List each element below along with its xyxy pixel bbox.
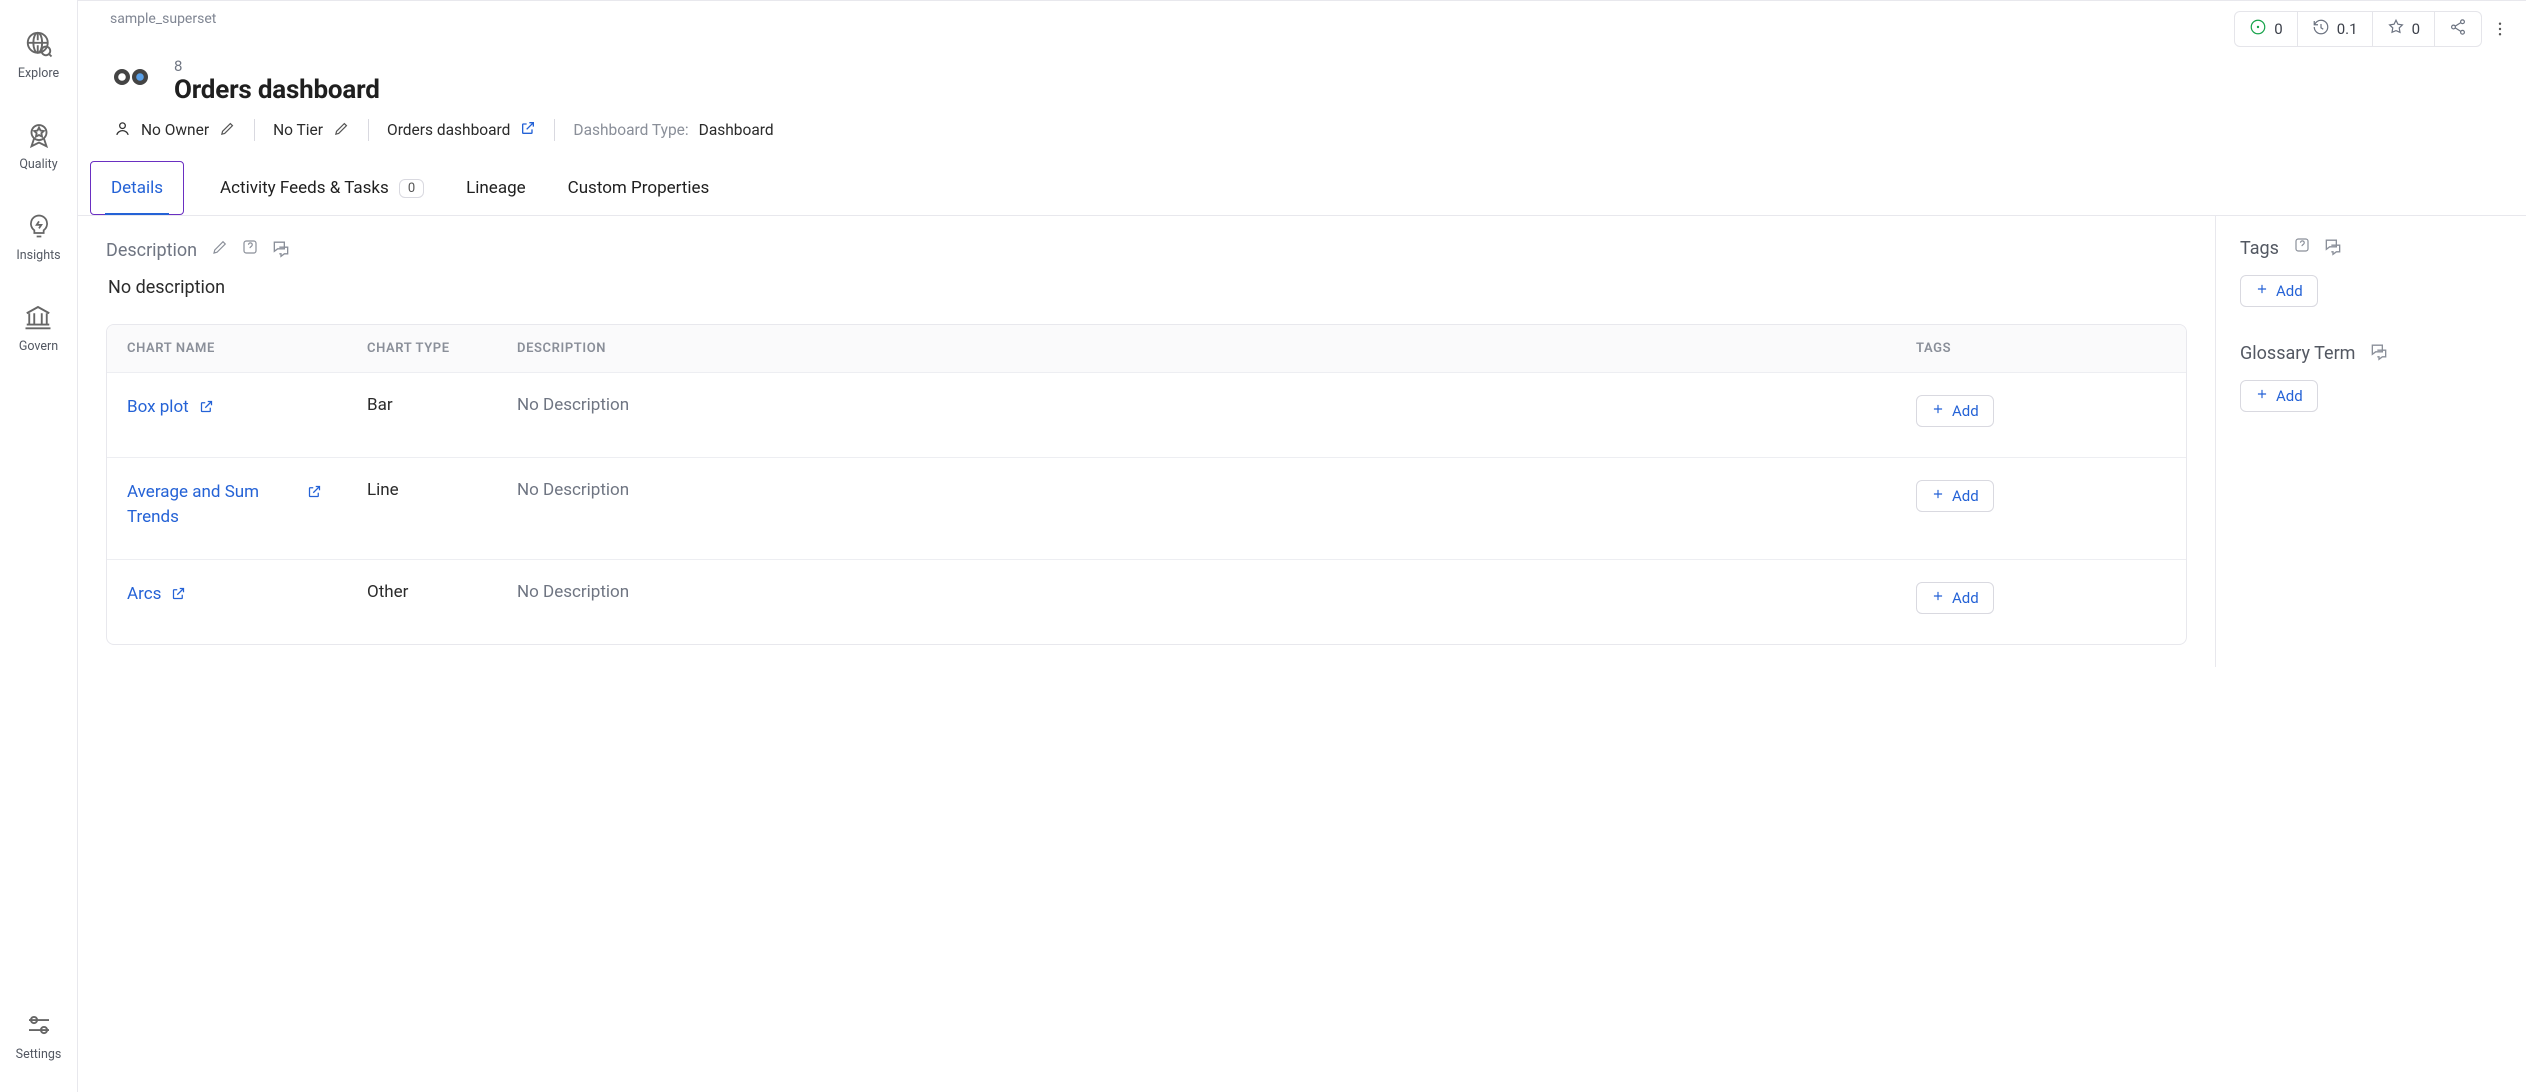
govern-icon — [22, 301, 54, 333]
kebab-menu[interactable] — [2488, 20, 2512, 38]
sidebar-item-label: Explore — [18, 66, 59, 81]
help-icon[interactable] — [241, 238, 259, 263]
plus-icon — [2255, 387, 2269, 405]
chart-desc-cell: No Description — [517, 480, 1916, 500]
main-content: sample_superset 0 0.1 0 — [78, 0, 2526, 1092]
chart-desc-cell: No Description — [517, 582, 1916, 602]
external-link-icon[interactable] — [199, 399, 214, 419]
add-glossary-button[interactable]: Add — [2240, 380, 2318, 412]
table-header-type: CHART TYPE — [367, 341, 517, 356]
comments-icon[interactable] — [271, 238, 291, 263]
breadcrumb[interactable]: sample_superset — [110, 11, 216, 27]
plus-icon — [1931, 589, 1945, 607]
edit-tier-button[interactable] — [333, 120, 350, 141]
edit-description-button[interactable] — [211, 238, 229, 263]
external-link-icon[interactable] — [171, 586, 186, 606]
table-row: Arcs Other No Description Add — [107, 559, 2186, 644]
metric-status[interactable]: 0 — [2235, 12, 2297, 46]
add-tag-button[interactable]: Add — [1916, 395, 1994, 427]
plus-icon — [2255, 282, 2269, 300]
external-link-icon[interactable] — [307, 484, 322, 504]
page-title: Orders dashboard — [174, 75, 380, 105]
star-icon — [2387, 18, 2405, 40]
chart-link[interactable]: Arcs — [127, 582, 161, 607]
globe-search-icon — [23, 28, 55, 60]
target-icon — [2249, 18, 2267, 40]
table-header-tags: TAGS — [1916, 341, 2166, 356]
ribbon-star-icon — [23, 119, 55, 151]
chart-type-cell: Other — [367, 582, 517, 602]
history-icon — [2312, 18, 2330, 40]
comments-icon[interactable] — [2369, 341, 2389, 366]
entity-id: 8 — [174, 57, 380, 75]
left-sidebar: Explore Quality Insights Govern Setting — [0, 0, 78, 1092]
section-title-description: Description — [106, 240, 197, 261]
sidebar-item-quality[interactable]: Quality — [19, 119, 57, 172]
chart-table: CHART NAME CHART TYPE DESCRIPTION TAGS B… — [106, 324, 2187, 645]
owner-label: No Owner — [141, 121, 209, 139]
table-header-desc: DESCRIPTION — [517, 341, 1916, 356]
tab-lineage[interactable]: Lineage — [460, 162, 532, 214]
help-icon[interactable] — [2293, 236, 2311, 261]
sidebar-item-settings[interactable]: Settings — [16, 1009, 62, 1062]
infinity-logo — [110, 64, 156, 98]
table-header-name: CHART NAME — [127, 341, 367, 356]
tab-activity[interactable]: Activity Feeds & Tasks 0 — [214, 162, 430, 214]
bulb-icon — [23, 210, 55, 242]
add-tag-button[interactable]: Add — [1916, 480, 1994, 512]
comments-icon[interactable] — [2323, 236, 2343, 261]
tabs: Details Activity Feeds & Tasks 0 Lineage… — [78, 161, 2526, 216]
share-icon — [2449, 18, 2467, 40]
no-description-text: No description — [108, 277, 2185, 298]
tier-label: No Tier — [273, 121, 323, 139]
sidebar-item-insights[interactable]: Insights — [16, 210, 60, 263]
plus-icon — [1931, 402, 1945, 420]
tab-details[interactable]: Details — [105, 162, 169, 214]
chart-link[interactable]: Average and Sum Trends — [127, 480, 297, 529]
share-button[interactable] — [2435, 12, 2481, 46]
person-icon — [114, 120, 131, 141]
chart-link[interactable]: Box plot — [127, 395, 189, 420]
add-tag-button[interactable]: Add — [2240, 275, 2318, 307]
external-link-icon — [520, 120, 536, 140]
chart-desc-cell: No Description — [517, 395, 1916, 415]
sidebar-item-label: Quality — [19, 157, 57, 172]
section-title-tags: Tags — [2240, 238, 2279, 259]
table-row: Box plot Bar No Description Add — [107, 372, 2186, 457]
sidebar-item-label: Insights — [16, 248, 60, 263]
sliders-icon — [23, 1009, 55, 1041]
add-tag-button[interactable]: Add — [1916, 582, 1994, 614]
activity-count-badge: 0 — [399, 179, 424, 198]
tab-custom-properties[interactable]: Custom Properties — [562, 162, 716, 214]
edit-owner-button[interactable] — [219, 120, 236, 141]
table-row: Average and Sum Trends Line No Descripti… — [107, 457, 2186, 559]
plus-icon — [1931, 487, 1945, 505]
section-title-glossary: Glossary Term — [2240, 343, 2355, 364]
dash-type-value: Dashboard — [699, 121, 774, 139]
metric-star[interactable]: 0 — [2373, 12, 2435, 46]
sidebar-item-explore[interactable]: Explore — [18, 28, 59, 81]
top-metrics: 0 0.1 0 — [2234, 11, 2482, 47]
dash-type-label: Dashboard Type: — [573, 121, 688, 139]
chart-type-cell: Line — [367, 480, 517, 500]
sidebar-item-label: Govern — [19, 339, 58, 354]
metric-time[interactable]: 0.1 — [2298, 12, 2373, 46]
sidebar-item-label: Settings — [16, 1047, 62, 1062]
sidebar-item-govern[interactable]: Govern — [19, 301, 58, 354]
chart-type-cell: Bar — [367, 395, 517, 415]
dashboard-external-link[interactable]: Orders dashboard — [387, 120, 536, 140]
